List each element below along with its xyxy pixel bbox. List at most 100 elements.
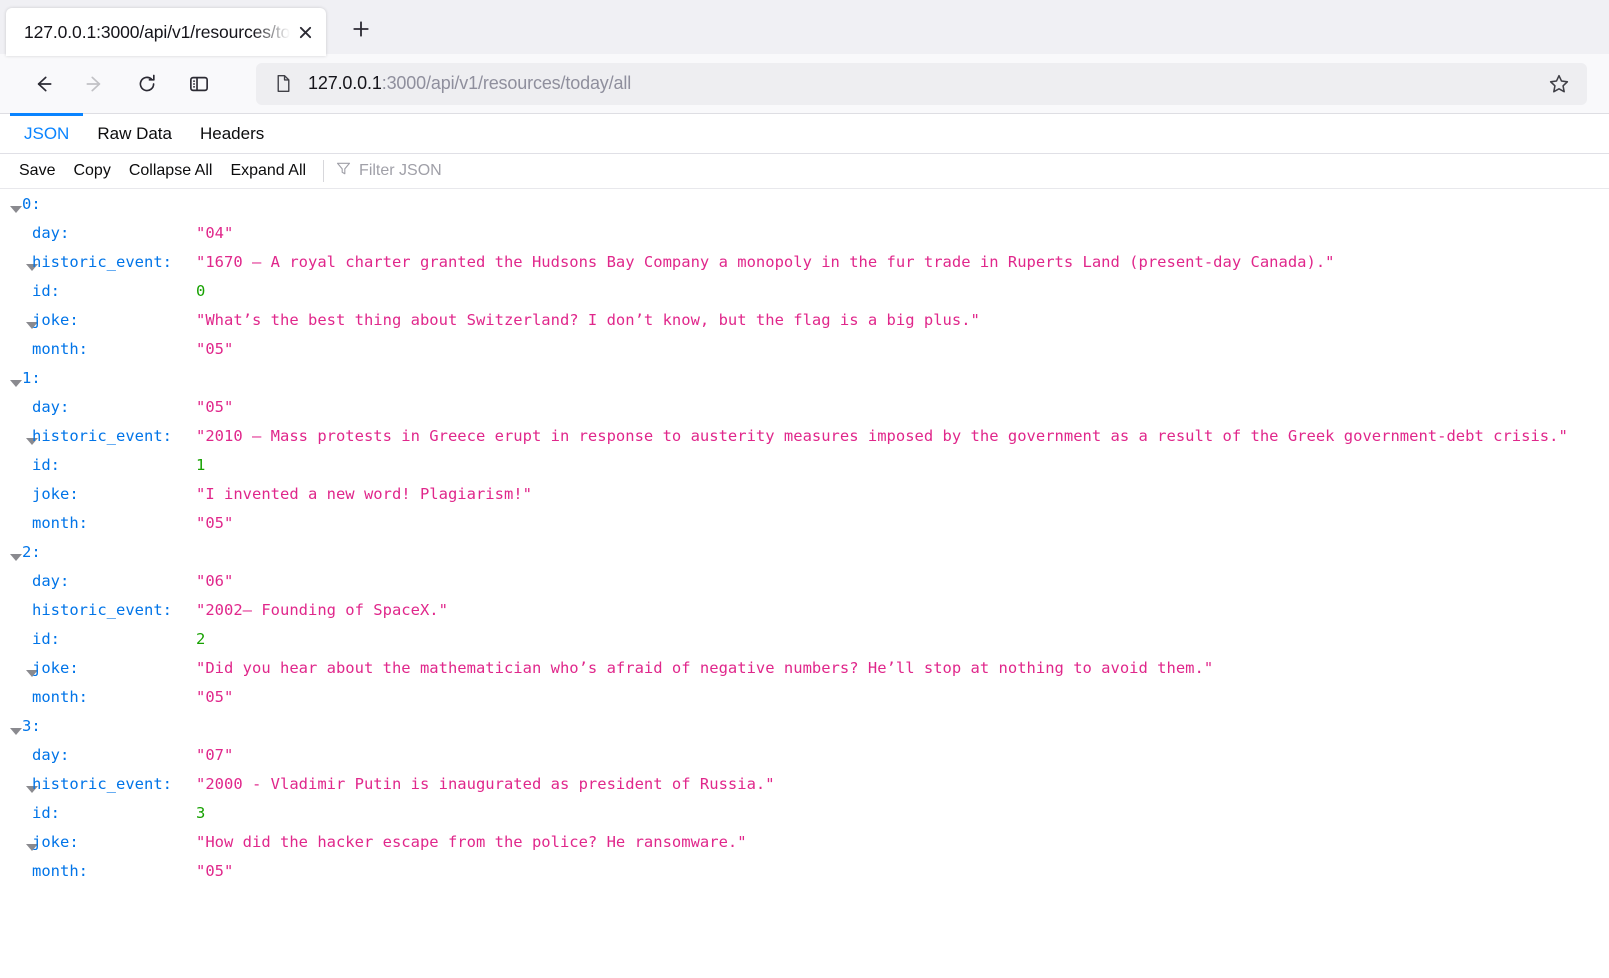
collapse-all-button[interactable]: Collapse All [120,160,222,182]
json-property-row[interactable]: month: "05" [0,514,1609,543]
json-key-label: month [32,862,79,880]
json-property-row[interactable]: day: "05" [0,398,1609,427]
json-property-row[interactable]: month: "05" [0,688,1609,717]
copy-button[interactable]: Copy [64,160,119,182]
json-array-item-header[interactable]: 0: [0,195,1609,224]
json-viewer-tabbar: JSON Raw Data Headers [0,113,1609,154]
reload-icon[interactable] [126,63,168,105]
json-value-string: "04" [196,224,234,242]
json-property-key: joke: [32,659,196,677]
expand-triangle-icon[interactable] [0,380,22,387]
json-key-label: month [32,688,79,706]
expand-triangle-icon[interactable] [0,322,38,329]
expand-triangle-icon[interactable] [0,264,38,271]
close-icon[interactable] [290,17,320,47]
json-property-key: historic_event: [32,775,196,793]
tab-headers[interactable]: Headers [186,113,278,152]
json-array-index-label: 2 [22,543,32,561]
expand-triangle-icon[interactable] [0,670,38,677]
json-array-item-header[interactable]: 3: [0,717,1609,746]
bookmark-star-icon[interactable] [1541,66,1577,102]
expand-triangle-icon[interactable] [0,554,22,561]
json-value-string: "What’s the best thing about Switzerland… [196,311,980,329]
expand-triangle-icon[interactable] [0,728,22,735]
json-value-string: "06" [196,572,234,590]
json-colon: : [31,369,41,387]
json-value-string: "05" [196,398,234,416]
expand-triangle-icon[interactable] [0,438,38,445]
json-property-row[interactable]: day: "04" [0,224,1609,253]
address-bar[interactable]: 127.0.0.1:3000/api/v1/resources/today/al… [256,62,1587,105]
json-key-label: day [32,398,60,416]
json-property-key: month: [32,862,196,880]
json-key-label: joke [32,485,70,503]
sidebar-panel-icon[interactable] [178,63,220,105]
json-array-item-header[interactable]: 1: [0,369,1609,398]
json-value-string: "2010 – Mass protests in Greece erupt in… [196,427,1568,445]
json-array-item-header[interactable]: 2: [0,543,1609,572]
new-tab-button[interactable] [340,8,382,50]
tab-json[interactable]: JSON [10,113,84,152]
json-viewer-toolbar: Save Copy Collapse All Expand All Filter… [0,154,1609,189]
json-property-row[interactable]: historic_event: "2010 – Mass protests in … [0,427,1609,456]
json-value-string: "2002– Founding of SpaceX." [196,601,448,619]
json-colon: : [31,543,41,561]
json-property-row[interactable]: joke: "I invented a new word! Plagiarism!… [0,485,1609,514]
json-property-row[interactable]: id:1 [0,456,1609,485]
expand-all-button[interactable]: Expand All [221,160,315,182]
json-property-row[interactable]: month: "05" [0,340,1609,369]
json-key-label: joke [32,311,70,329]
json-value-number: 0 [196,282,206,300]
json-property-key: month: [32,340,196,358]
json-colon: : [162,601,172,619]
json-colon: : [78,862,89,880]
toolbar-divider [323,160,325,182]
json-property-row[interactable]: day: "07" [0,746,1609,775]
json-key-label: historic_event [32,601,163,619]
json-value-string: "05" [196,688,234,706]
json-property-key: month: [32,688,196,706]
save-button[interactable]: Save [10,160,64,182]
tab-raw-data[interactable]: Raw Data [83,113,186,152]
json-property-row[interactable]: historic_event: "2000 - Vladimir Putin is… [0,775,1609,804]
json-colon: : [60,572,70,590]
json-property-row[interactable]: id:3 [0,804,1609,833]
json-colon: : [162,775,172,793]
json-property-row[interactable]: historic_event: "2002– Founding of SpaceX… [0,601,1609,630]
json-value-string: "2000 - Vladimir Putin is inaugurated as… [196,775,775,793]
json-colon: : [60,398,70,416]
json-property-row[interactable]: joke: "How did the hacker escape from the… [0,833,1609,862]
json-property-row[interactable]: id:2 [0,630,1609,659]
json-key-label: month [32,514,79,532]
json-property-row[interactable]: historic_event: "1670 – A royal charter g… [0,253,1609,282]
json-property-row[interactable]: joke: "What’s the best thing about Switze… [0,311,1609,340]
json-colon: : [50,804,61,822]
json-property-row[interactable]: day: "06" [0,572,1609,601]
json-key-label: historic_event [32,253,163,271]
json-colon: : [50,282,61,300]
expand-triangle-icon[interactable] [0,206,22,213]
expand-triangle-icon[interactable] [0,786,38,793]
browser-tab-strip: 127.0.0.1:3000/api/v1/resources/tod [0,0,1609,56]
json-value-string: "1670 – A royal charter granted the Huds… [196,253,1335,271]
json-key-label: day [32,224,60,242]
json-property-key: day: [32,572,196,590]
browser-tab[interactable]: 127.0.0.1:3000/api/v1/resources/tod [6,8,326,56]
json-colon: : [78,340,89,358]
json-property-row[interactable]: month: "05" [0,862,1609,891]
json-colon: : [69,311,79,329]
json-property-row[interactable]: joke: "Did you hear about the mathematici… [0,659,1609,688]
json-colon: : [60,224,70,242]
address-bar-text: 127.0.0.1:3000/api/v1/resources/today/al… [308,73,1541,94]
json-key-label: id [32,282,51,300]
document-page-icon [272,73,294,95]
filter-json-field[interactable]: Filter JSON [328,161,442,181]
json-property-key: day: [32,746,196,764]
json-property-key: historic_event: [32,427,196,445]
forward-arrow-icon[interactable] [74,63,116,105]
json-property-row[interactable]: id: 0 [0,282,1609,311]
json-array-index-label: 1 [22,369,32,387]
expand-triangle-icon[interactable] [0,844,38,851]
json-value-string: "I invented a new word! Plagiarism!" [196,485,532,503]
back-arrow-icon[interactable] [22,63,64,105]
